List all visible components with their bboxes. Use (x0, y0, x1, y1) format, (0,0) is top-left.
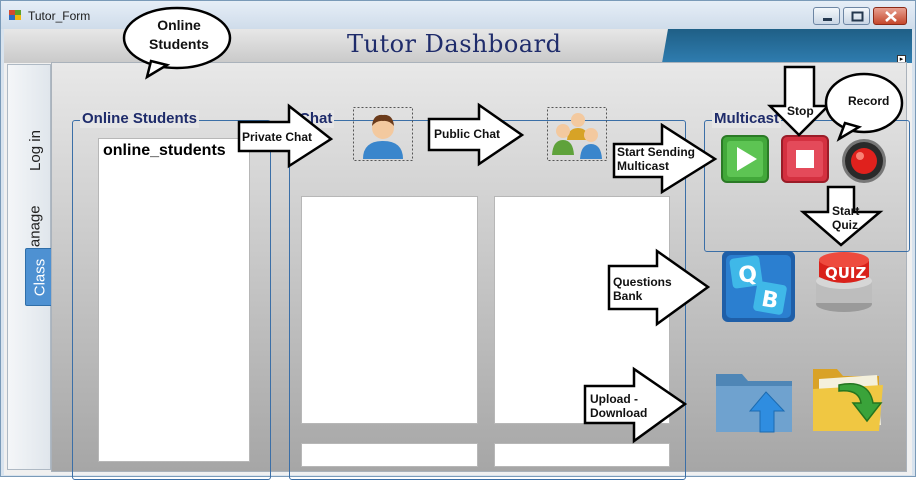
record-label: Record (848, 94, 890, 108)
upload-folder-icon[interactable] (714, 366, 794, 436)
upload-download-label: Upload - Download (590, 392, 647, 420)
group-title: Chat (297, 110, 335, 128)
online-students-callout: Online Students (148, 16, 210, 54)
label-line: Questions (613, 275, 672, 289)
maximize-button[interactable] (843, 7, 870, 25)
svg-text:Q: Q (737, 262, 759, 289)
play-icon[interactable] (721, 135, 769, 183)
private-chat-input[interactable] (301, 443, 478, 467)
public-chat-label: Public Chat (434, 127, 501, 141)
label-line: Bank (613, 289, 643, 303)
stop-icon[interactable] (781, 135, 829, 183)
label-line: Multicast (617, 159, 670, 173)
callout-line: Online (157, 17, 201, 33)
record-icon[interactable] (840, 137, 888, 185)
label-line: Start Sending (617, 145, 696, 159)
label-line: Start (832, 204, 860, 218)
tab-label: Log in (26, 129, 44, 171)
public-chat-icon[interactable] (547, 107, 607, 161)
private-chat-history[interactable] (301, 196, 478, 424)
online-students-list[interactable]: online_students (98, 138, 250, 462)
sidebar: Log in Manage Class (7, 64, 55, 470)
label-line: Download (590, 406, 648, 420)
group-title: Multicast (712, 110, 782, 128)
start-multicast-label: Start Sending Multicast (617, 145, 695, 173)
minimize-button[interactable] (813, 7, 840, 25)
private-chat-label: Private Chat (242, 130, 313, 144)
maximize-icon (851, 11, 864, 22)
callout-line: Students (149, 36, 209, 52)
header-bar: Tutor Dashboard ▸ (4, 29, 912, 64)
header-accent (662, 29, 912, 63)
start-quiz-label: Start Quiz (832, 204, 859, 232)
stop-label: Stop (787, 104, 814, 118)
list-item[interactable]: online_students (103, 142, 226, 160)
svg-text:QUIZ: QUIZ (825, 264, 867, 282)
public-chat-history[interactable] (494, 196, 670, 424)
tab-login[interactable]: Log in (20, 110, 50, 190)
quiz-icon[interactable]: QUIZ (813, 249, 875, 314)
title-bar[interactable]: Tutor_Form (1, 1, 915, 29)
questions-bank-icon[interactable]: Q B (721, 249, 797, 324)
label-line: Upload - (590, 392, 638, 406)
close-button[interactable] (873, 7, 907, 25)
dashboard-title: Tutor Dashboard (347, 30, 562, 58)
download-folder-icon[interactable] (809, 361, 887, 433)
app-icon (9, 10, 21, 20)
private-chat-icon[interactable] (353, 107, 413, 161)
window-title: Tutor_Form (28, 9, 91, 23)
close-icon (885, 11, 897, 22)
public-chat-input[interactable] (494, 443, 670, 467)
tutor-form-window: Tutor_Form Tutor Dashboard ▸ Log in Mana… (0, 0, 916, 480)
group-title: Online Students (80, 110, 200, 128)
online-students-group: Online Students online_students (72, 110, 271, 480)
label-line: Quiz (832, 218, 858, 232)
questions-bank-label: Questions Bank (613, 275, 672, 303)
minimize-icon (823, 18, 832, 21)
tab-label: Class (31, 258, 49, 296)
